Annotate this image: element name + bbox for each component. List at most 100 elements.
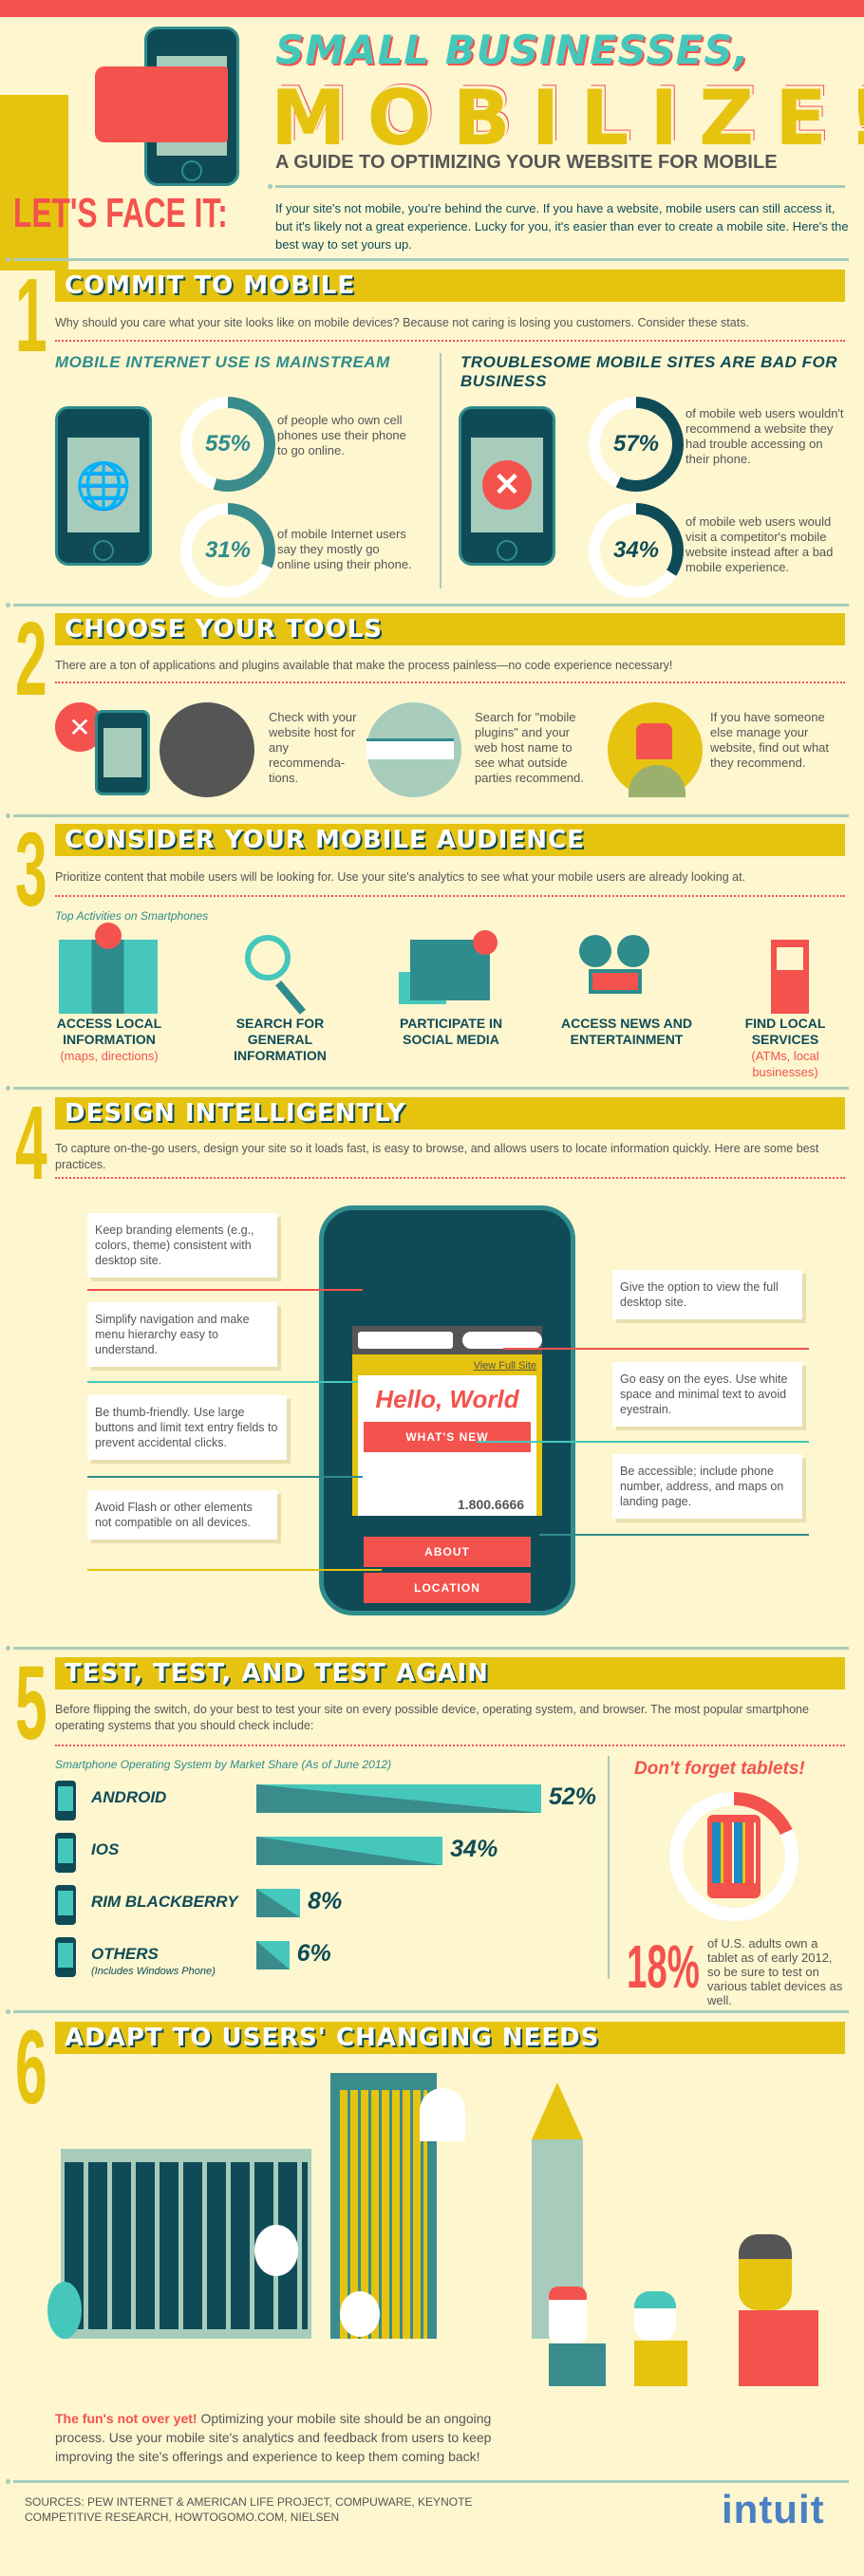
divider — [6, 1646, 849, 1651]
phone-os-icon — [55, 1885, 76, 1925]
section-number: 6 — [15, 2009, 47, 2126]
section-header: DESIGN INTELLIGENTLY — [55, 1097, 845, 1129]
callout-line — [87, 1569, 382, 1571]
section-title: COMMIT TO MOBILE — [65, 271, 356, 300]
stat-text: of mobile web users would visit a compet… — [686, 514, 834, 574]
header-left-block — [0, 95, 68, 271]
top-scallop-border — [0, 0, 864, 19]
callout-line — [503, 1348, 809, 1350]
section-title: ADAPT TO USERS' CHANGING NEEDS — [65, 2024, 600, 2052]
tablet-icon — [707, 1815, 761, 1898]
intuit-logo[interactable]: intuit — [722, 2487, 825, 2532]
section-number: 2 — [15, 601, 47, 718]
mock-button-location[interactable]: LOCATION — [364, 1573, 531, 1603]
section-number: 4 — [15, 1085, 47, 1202]
url-bar — [358, 1332, 453, 1349]
activity-label: FIND LOCAL SERVICES (ATMs, local business… — [744, 1016, 826, 1079]
section-title: CHOOSE YOUR TOOLS — [65, 615, 384, 644]
sources-text: SOURCES: PEW INTERNET & AMERICAN LIFE PR… — [25, 2495, 473, 2524]
activity-label: SEARCH FOR GENERAL INFORMATION — [234, 1016, 327, 1063]
phone-number-text: 1.800.6666 — [454, 1495, 529, 1514]
phone-error-illustration: ✕ — [459, 406, 555, 566]
dotted-divider — [55, 681, 845, 683]
callout-line — [87, 1476, 363, 1478]
dotted-divider — [55, 1177, 845, 1179]
dotted-divider — [55, 340, 845, 342]
activity-label: ACCESS NEWS AND ENTERTAINMENT — [561, 1016, 692, 1047]
market-share-bar — [256, 1784, 541, 1813]
view-full-site-link[interactable]: View Full Site — [474, 1360, 536, 1372]
stat-text: of mobile Internet users say they mostly… — [277, 527, 412, 571]
hello-world-heading: Hello, World — [375, 1385, 519, 1413]
mock-button-about[interactable]: ABOUT — [364, 1537, 531, 1567]
callout-line — [87, 1289, 363, 1291]
chart-title: Smartphone Operating System by Market Sh… — [55, 1758, 392, 1771]
market-share-bar — [256, 1837, 443, 1865]
adapt-text: The fun's not over yet! Optimizing your … — [55, 2411, 492, 2464]
os-label: ANDROID — [91, 1788, 167, 1806]
stat-text: of people who own cell phones use their … — [277, 413, 406, 457]
divider — [6, 603, 849, 607]
section-header: ADAPT TO USERS' CHANGING NEEDS — [55, 2022, 845, 2054]
callout-line — [539, 1534, 809, 1536]
tip-box: Go easy on the eyes. Use white space and… — [612, 1362, 802, 1427]
section-header: CONSIDER YOUR MOBILE AUDIENCE — [55, 824, 845, 856]
divider — [6, 1086, 849, 1091]
tip-box: Avoid Flash or other elements not compat… — [87, 1490, 277, 1540]
stat-text: of mobile web users wouldn't recommend a… — [686, 406, 844, 466]
search-bubble-icon — [366, 702, 461, 797]
section-title: TEST, TEST, AND TEST AGAIN — [65, 1659, 489, 1688]
section-intro: Prioritize content that mobile users wil… — [55, 870, 746, 884]
tip-box: Be accessible; include phone number, add… — [612, 1454, 802, 1519]
section-intro: To capture on-the-go users, design your … — [55, 1142, 819, 1171]
market-share-value: 52% — [549, 1783, 597, 1810]
person-woman — [739, 2234, 818, 2386]
callout-line — [87, 1381, 358, 1383]
divider — [268, 184, 845, 189]
dotted-divider — [55, 1745, 845, 1746]
tip-box: Simplify navigation and make menu hierar… — [87, 1302, 277, 1367]
tablet-ownership-donut — [669, 1792, 798, 1921]
section-intro: There are a ton of applications and plug… — [55, 659, 673, 672]
activity-label: ACCESS LOCAL INFORMATION (maps, direction… — [56, 1016, 162, 1063]
person-red-hair — [549, 2287, 606, 2386]
map-icon — [59, 923, 158, 1014]
tip-box: Be thumb-friendly. Use large buttons and… — [87, 1395, 287, 1460]
os-note: (Includes Windows Phone) — [91, 1966, 216, 1977]
person-icon — [608, 702, 703, 797]
lead-heading: LET'S FACE IT: — [13, 190, 228, 236]
dotted-divider — [55, 895, 845, 897]
phone-os-icon — [55, 1937, 76, 1977]
tool-text: Search for "mobile plugins" and your web… — [475, 710, 584, 785]
stats-heading-right: TROUBLESOME MOBILE SITES ARE BAD FOR BUS… — [460, 353, 838, 390]
phone-screen: View Full Site Hello, World WHAT'S NEW — [352, 1326, 542, 1516]
film-projector-icon — [579, 935, 659, 996]
divider — [6, 2479, 849, 2484]
page-subtitle: A GUIDE TO OPTIMIZING YOUR WEBSITE FOR M… — [275, 152, 778, 173]
section-title: DESIGN INTELLIGENTLY — [65, 1099, 406, 1128]
phone-os-icon — [55, 1833, 76, 1873]
market-share-value: 8% — [308, 1888, 343, 1914]
tablet-stat-text: of U.S. adults own a tablet as of early … — [707, 1936, 843, 2007]
error-x-icon: ✕ — [482, 460, 532, 510]
tablet-stat-value: 18% — [627, 1932, 700, 2001]
city-illustration — [47, 2073, 843, 2386]
phone-globe-illustration: 🌐 — [55, 406, 152, 566]
os-label: RIM BLACKBERRY — [91, 1893, 238, 1911]
section-header: CHOOSE YOUR TOOLS — [55, 613, 845, 645]
section-number: 5 — [15, 1645, 47, 1762]
hand-icon — [95, 66, 228, 142]
magnifier-icon — [245, 935, 306, 1015]
speech-bubble-icon — [254, 2225, 298, 2276]
activity-label: PARTICIPATE IN SOCIAL MEDIA — [399, 1016, 503, 1047]
mock-button-whats-new[interactable]: WHAT'S NEW — [364, 1422, 531, 1452]
tip-box: Keep branding elements (e.g., colors, th… — [87, 1213, 277, 1278]
tool-text: If you have someone else manage your web… — [710, 710, 830, 770]
small-phone-illustration — [95, 710, 150, 795]
phone-os-icon — [55, 1781, 76, 1820]
person-teal-hair — [634, 2291, 687, 2386]
stat-donut: 31% — [180, 503, 275, 598]
chat-icon — [399, 930, 498, 1004]
column-divider — [608, 1756, 610, 1979]
speech-bubble-icon — [340, 2291, 380, 2337]
